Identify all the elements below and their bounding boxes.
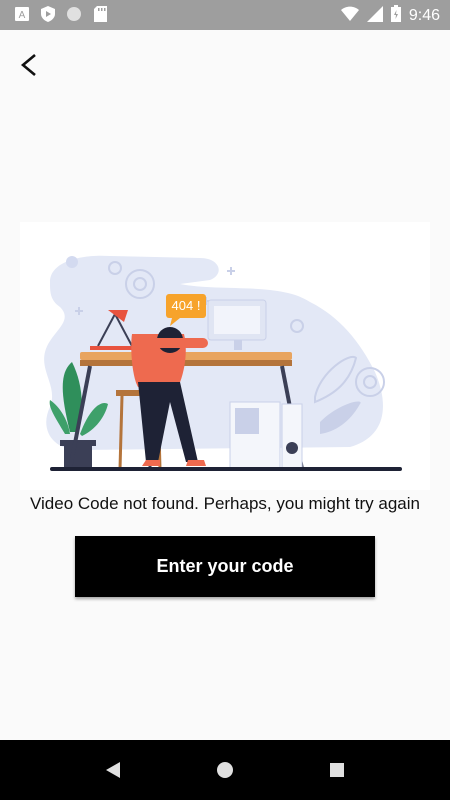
back-button[interactable]: [12, 48, 46, 82]
signal-icon: [366, 5, 383, 27]
not-found-illustration: 404 !: [20, 222, 430, 490]
shield-play-icon: [40, 6, 56, 22]
wifi-icon: [340, 6, 359, 27]
status-icons-left: A: [14, 6, 108, 22]
status-icons-right: 9:46: [340, 5, 440, 27]
battery-icon: [390, 5, 401, 27]
error-badge-text: 404 !: [172, 298, 201, 313]
desk-sleeping-illustration: 404 !: [44, 255, 402, 471]
nav-recents-icon: [330, 763, 344, 777]
nav-back-icon: [106, 762, 120, 778]
back-arrow-icon: [20, 54, 36, 76]
nav-recents-button[interactable]: [325, 758, 349, 782]
nav-home-icon: [217, 762, 233, 778]
circle-icon: [66, 6, 82, 22]
not-found-message: Video Code not found. Perhaps, you might…: [30, 494, 420, 513]
status-bar: A 9:46: [0, 0, 450, 30]
status-time: 9:46: [408, 7, 440, 24]
enter-code-button[interactable]: Enter your code: [75, 536, 375, 597]
text-icon: A: [14, 6, 30, 22]
sd-card-icon: [92, 6, 108, 22]
system-nav-bar: [0, 740, 450, 800]
nav-back-button[interactable]: [101, 758, 125, 782]
nav-home-button[interactable]: [213, 758, 237, 782]
svg-text:A: A: [19, 10, 26, 21]
